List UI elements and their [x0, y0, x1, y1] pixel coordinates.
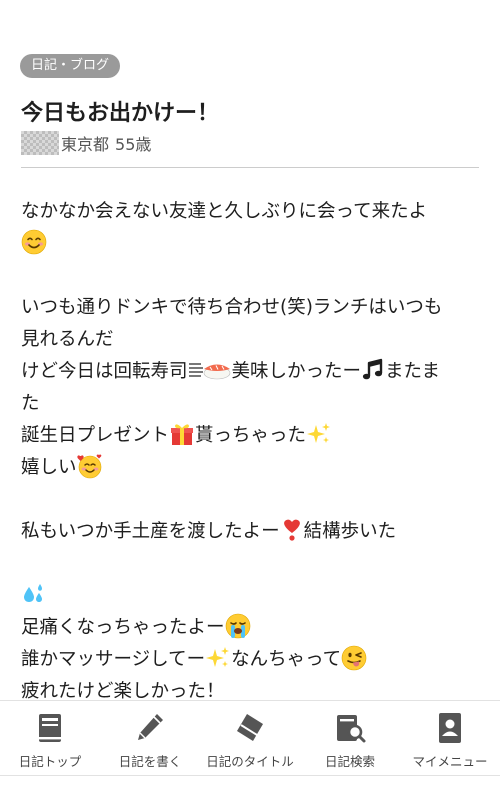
body-text-segment: 見れるんだ [21, 329, 114, 350]
nav-diary-search[interactable]: 日記検索 [300, 701, 400, 775]
body-text-segment: 貰っちゃった [195, 425, 307, 446]
body-text-segment: けど今日は回転寿司 [21, 361, 188, 382]
nav-write-diary[interactable]: 日記を書く [100, 701, 200, 775]
body-line: 私もいつか手土産を渡したよー 結構歩いた [21, 516, 481, 548]
nav-label: 日記検索 [324, 754, 375, 769]
body-text-segment: 誕生日プレゼント [21, 425, 170, 446]
body-line: いつも通りドンキで待ち合わせ(笑)ランチはいつも [21, 292, 481, 324]
body-text-segment: 足痛くなっちゃったよー [21, 617, 225, 638]
author-age: 55歳 [115, 135, 152, 154]
diary-post-page: 日記・ブログ 今日もお出かけー！ 東京都 55歳 なかなか会えない友達と久しぶり… [0, 0, 500, 800]
body-text-segment: なんちゃって [231, 649, 342, 670]
body-line: 誕生日プレゼント 貰っちゃった [21, 420, 481, 452]
body-line: けど今日は回転寿司 美味しかったー またま [21, 356, 481, 388]
post-title: 今日もお出かけー！ [21, 101, 220, 126]
body-text-segment: 結構歩いた [303, 521, 397, 542]
body-line [21, 580, 481, 612]
body-line: なかなか会えない友達と久しぶりに会って来たよ [21, 196, 481, 228]
music-note-emoji-icon [362, 358, 383, 380]
body-line: 足痛くなっちゃったよー [21, 612, 481, 644]
loudly-crying-face-emoji-icon [225, 613, 250, 639]
sparkles-emoji-icon [307, 423, 331, 443]
nav-diary-titles[interactable]: 日記のタイトル [200, 701, 300, 775]
nav-my-menu[interactable]: マイメニュー [400, 701, 500, 775]
bottom-nav: 日記トップ 日記を書く 日記のタイトル 日記検索 マイメニュー [0, 700, 500, 776]
nav-label: マイメニュー [412, 754, 488, 769]
body-line: 見れるんだ [21, 324, 481, 356]
nav-label: 日記を書く [118, 754, 182, 769]
category-badge[interactable]: 日記・ブログ [20, 54, 121, 78]
gift-emoji-icon [171, 424, 194, 445]
author-info: 東京都 55歳 [21, 130, 151, 156]
body-text-segment: 疲れたけど楽しかった！ [21, 681, 225, 702]
exclamation-heart-emoji-icon [283, 519, 300, 541]
smiling-face-emoji-icon [21, 229, 47, 255]
body-text-segment: またま [385, 361, 440, 382]
body-text-segment: いつも通りドンキで待ち合わせ(笑)ランチはいつも [21, 297, 443, 318]
sweat-droplets-emoji-icon [24, 584, 42, 602]
body-text-segment: 嬉しい [21, 457, 77, 478]
body-line: 誰かマッサージしてー なんちゃって [21, 644, 481, 676]
body-line: た [21, 388, 481, 420]
body-line: 嬉しい [21, 452, 481, 484]
body-text-segment: 美味しかったー [231, 361, 362, 382]
sushi-emoji-icon [188, 363, 230, 380]
author-location: 東京都 [61, 135, 110, 154]
sparkles-emoji-icon [206, 647, 230, 667]
smiling-face-with-hearts-emoji-icon [76, 454, 101, 479]
nav-label: 日記トップ [18, 754, 82, 769]
divider [21, 167, 479, 168]
body-text-segment: た [21, 393, 40, 414]
pencil-icon [138, 714, 163, 740]
winking-face-with-tongue-emoji-icon [341, 645, 367, 671]
body-line [21, 228, 481, 260]
post-body: なかなか会えない友達と久しぶりに会って来たよ いつも通りドンキで待ち合わせ(笑)… [21, 196, 481, 708]
search-book-icon [337, 715, 366, 743]
profile-card-icon [439, 713, 461, 743]
body-text-segment: 私もいつか手土産を渡したよー [21, 521, 280, 542]
nav-diary-top[interactable]: 日記トップ [0, 701, 100, 775]
book-icon [39, 714, 61, 742]
eraser-icon [237, 714, 263, 741]
avatar[interactable] [21, 131, 59, 155]
body-text-segment: 誰かマッサージしてー [21, 649, 206, 670]
body-text-segment: なかなか会えない友達と久しぶりに会って来たよ [21, 201, 428, 222]
nav-label: 日記のタイトル [206, 754, 294, 769]
